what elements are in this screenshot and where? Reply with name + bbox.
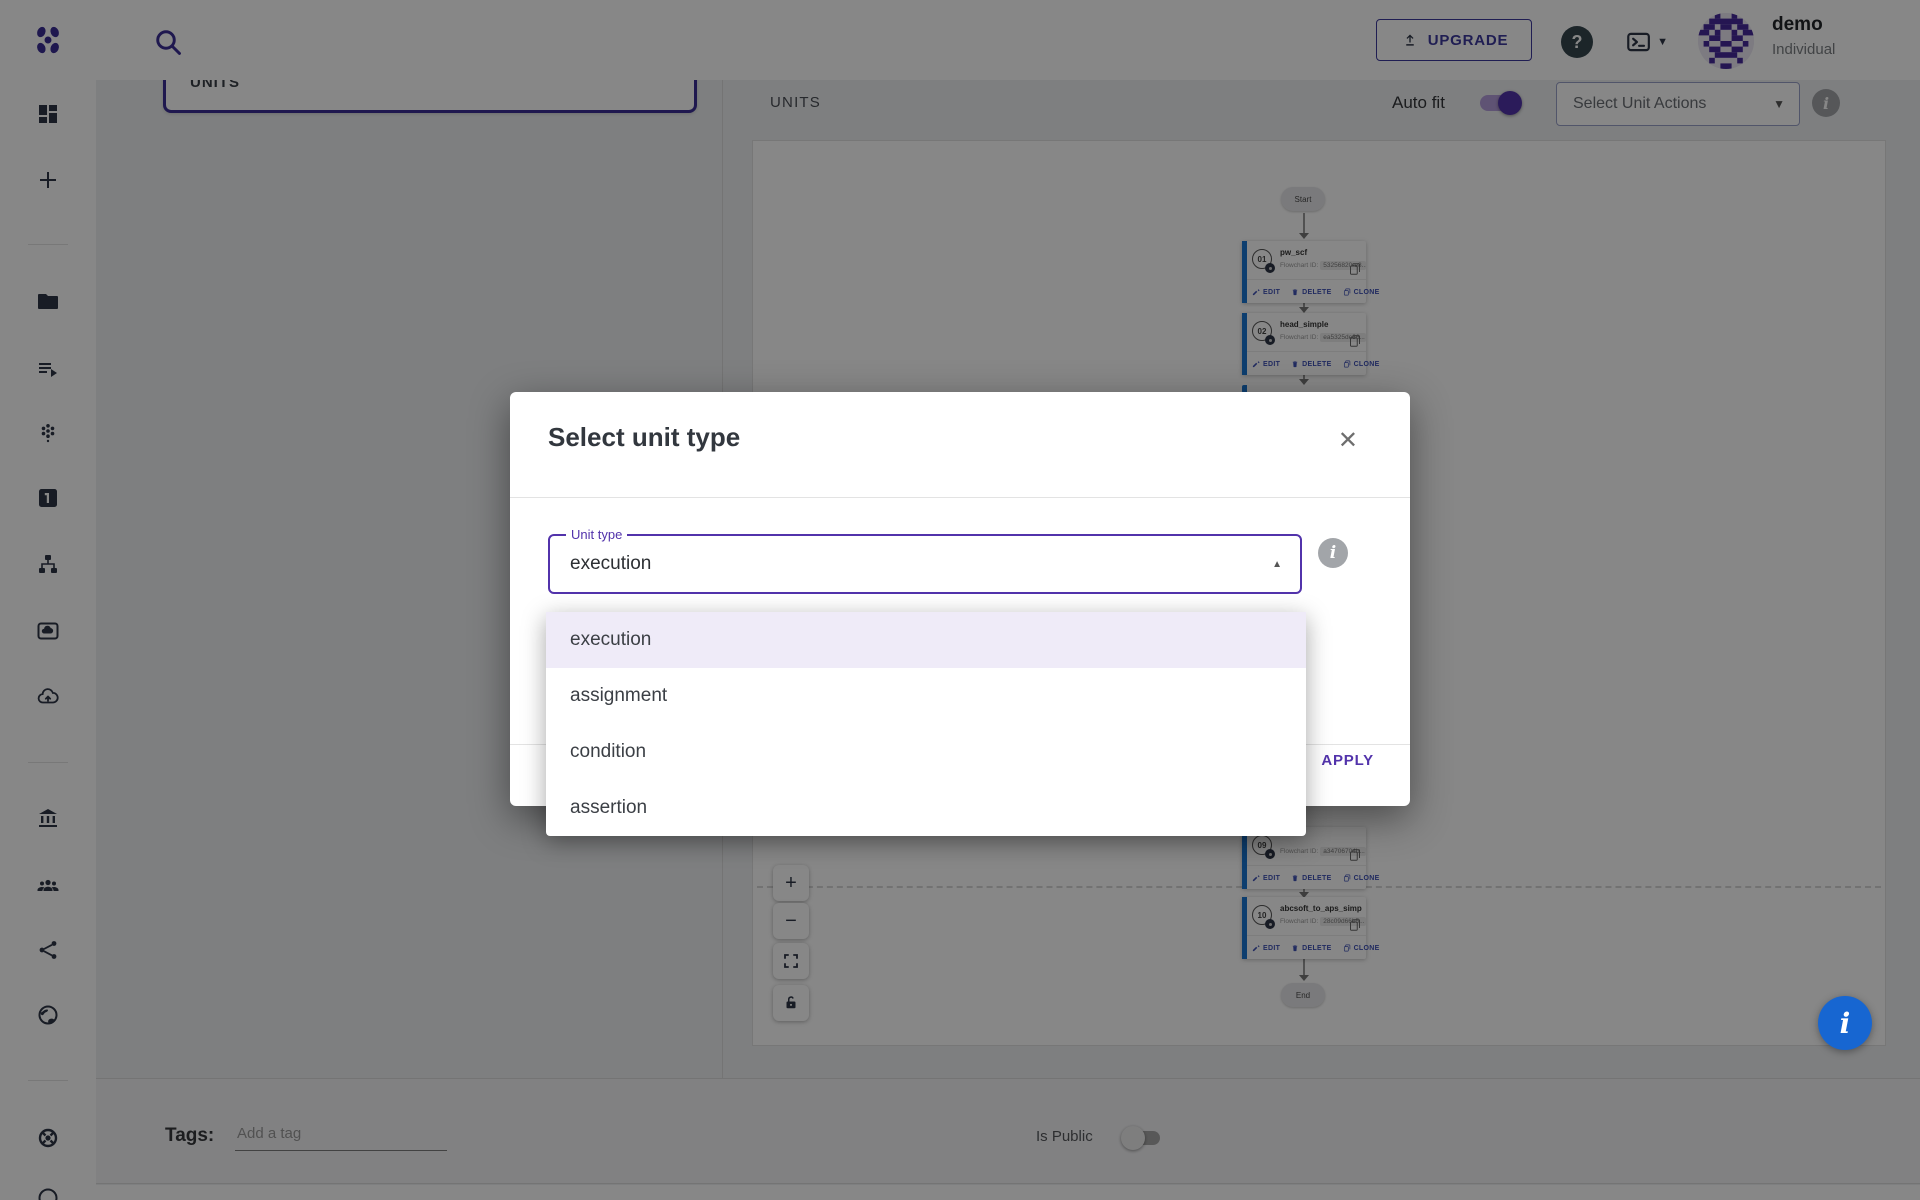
info-icon: i bbox=[1330, 543, 1336, 563]
close-icon: ✕ bbox=[1338, 427, 1358, 454]
unit-type-select[interactable]: Unit type execution ▲ bbox=[548, 534, 1302, 594]
option-execution[interactable]: execution bbox=[546, 612, 1306, 668]
option-assignment[interactable]: assignment bbox=[546, 668, 1306, 724]
unit-type-info-button[interactable]: i bbox=[1318, 538, 1348, 568]
option-assertion[interactable]: assertion bbox=[546, 780, 1306, 836]
dialog-title: Select unit type bbox=[548, 422, 740, 453]
info-icon: i bbox=[1840, 1007, 1851, 1040]
dropdown-arrow-icon: ▲ bbox=[1272, 559, 1282, 570]
unit-type-field-label: Unit type bbox=[566, 527, 627, 542]
unit-type-field-value: execution bbox=[570, 553, 651, 575]
close-button[interactable]: ✕ bbox=[1338, 426, 1358, 455]
dialog-divider bbox=[510, 497, 1410, 498]
app-root: UNITS UPGRADE ? ▼ bbox=[0, 0, 1920, 1200]
option-condition[interactable]: condition bbox=[546, 724, 1306, 780]
floating-info-button[interactable]: i bbox=[1818, 996, 1872, 1050]
unit-type-dropdown-menu: execution assignment condition assertion bbox=[546, 612, 1306, 836]
apply-button[interactable]: APPLY bbox=[1321, 752, 1374, 769]
